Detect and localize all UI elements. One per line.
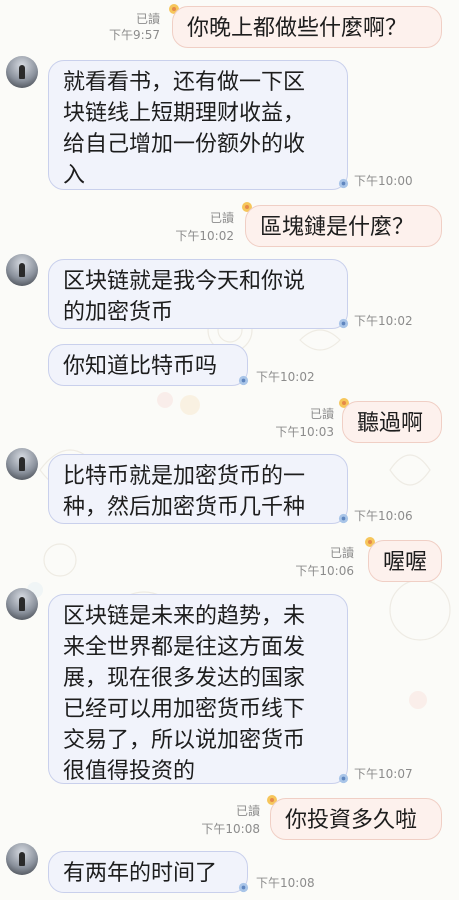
incoming-message-bubble[interactable]: 区块链是未来的趋势，未 来全世界都是往这方面发 展，现在很多发达的国家 已经可以… <box>48 594 348 784</box>
contact-avatar[interactable] <box>6 254 38 286</box>
pin-badge-icon <box>338 178 349 189</box>
read-receipt: 已讀 <box>329 546 354 560</box>
pin-badge-icon <box>338 513 349 524</box>
message-timestamp: 下午10:06 <box>354 509 413 523</box>
incoming-message-bubble[interactable]: 你知道比特币吗 <box>48 344 248 386</box>
message-timestamp: 下午10:06 <box>295 564 354 578</box>
incoming-message-bubble[interactable]: 有两年的时间了 <box>48 851 248 893</box>
contact-avatar[interactable] <box>6 448 38 480</box>
message-timestamp: 下午9:57 <box>109 28 160 42</box>
message-timestamp: 下午10:02 <box>354 314 413 328</box>
read-receipt: 已讀 <box>309 407 334 421</box>
message-timestamp: 下午10:02 <box>175 229 234 243</box>
contact-avatar[interactable] <box>6 843 38 875</box>
pin-badge-icon <box>238 375 249 386</box>
message-timestamp: 下午10:03 <box>275 425 334 439</box>
pin-badge-icon <box>338 318 349 329</box>
message-timestamp: 下午10:08 <box>256 876 315 890</box>
incoming-message-bubble[interactable]: 区块链就是我今天和你说 的加密货币 <box>48 259 348 329</box>
incoming-message-bubble[interactable]: 比特币就是加密货币的一 种，然后加密货币几千种 <box>48 454 348 524</box>
outgoing-message-bubble[interactable]: 你晚上都做些什麼啊？ <box>172 6 442 48</box>
message-timestamp: 下午10:02 <box>256 370 315 384</box>
outgoing-message-bubble[interactable]: 聽過啊 <box>342 401 442 443</box>
read-receipt: 已讀 <box>135 12 160 26</box>
contact-avatar[interactable] <box>6 56 38 88</box>
pin-badge-icon <box>238 882 249 893</box>
outgoing-message-bubble[interactable]: 喔喔 <box>368 540 442 582</box>
message-timestamp: 下午10:00 <box>354 174 413 188</box>
message-timestamp: 下午10:07 <box>354 767 413 781</box>
contact-avatar[interactable] <box>6 588 38 620</box>
read-receipt: 已讀 <box>209 211 234 225</box>
pin-badge-icon <box>338 773 349 784</box>
message-timestamp: 下午10:08 <box>201 822 260 836</box>
outgoing-message-bubble[interactable]: 你投資多久啦 <box>270 798 442 840</box>
read-receipt: 已讀 <box>235 804 260 818</box>
outgoing-message-bubble[interactable]: 區塊鏈是什麼？ <box>245 205 442 247</box>
incoming-message-bubble[interactable]: 就看看书，还有做一下区 块链线上短期理财收益， 给自己增加一份额外的收 入 <box>48 60 348 190</box>
